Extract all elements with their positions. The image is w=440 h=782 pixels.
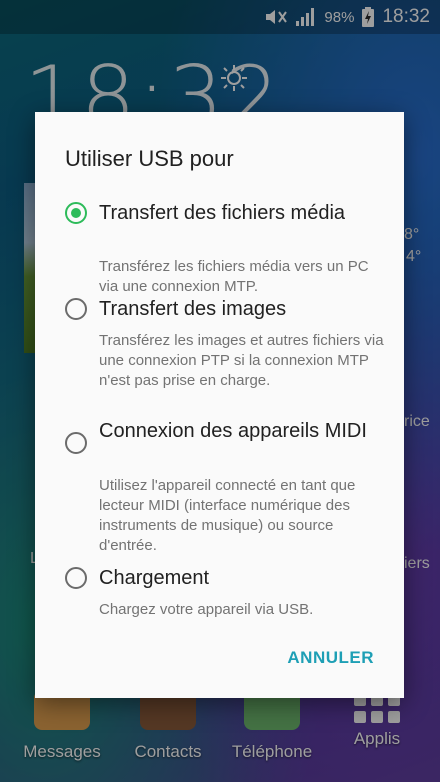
radio-media-transfer[interactable]	[65, 202, 87, 224]
option-charging[interactable]: Chargement Chargez votre appareil via US…	[35, 565, 404, 621]
option-desc-image-transfer: Transférez les images et autres fichiers…	[99, 332, 384, 389]
radio-midi[interactable]	[65, 432, 87, 454]
option-title-image-transfer: Transfert des images	[99, 298, 287, 320]
option-desc-charging: Chargez votre appareil via USB.	[99, 601, 314, 618]
option-image-transfer[interactable]: Transfert des images Transférez les imag…	[35, 296, 404, 406]
radio-image-transfer[interactable]	[65, 298, 87, 320]
option-desc-midi: Utilisez l'appareil connecté en tant que…	[99, 477, 356, 554]
option-title-media-transfer: Transfert des fichiers média	[99, 202, 346, 224]
usb-mode-dialog: Utiliser USB pour Transfert des fichiers…	[35, 112, 404, 698]
option-desc-media-transfer: Transférez les fichiers média vers un PC…	[99, 258, 369, 295]
radio-charging[interactable]	[65, 567, 87, 589]
option-title-charging: Chargement	[99, 567, 210, 589]
cancel-button[interactable]: ANNULER	[287, 648, 374, 668]
option-midi[interactable]: Connexion des appareils MIDI Utilisez l'…	[35, 418, 404, 554]
option-media-transfer[interactable]: Transfert des fichiers média Transférez …	[35, 200, 404, 295]
dialog-title: Utiliser USB pour	[65, 146, 234, 171]
option-title-midi: Connexion des appareils MIDI	[99, 420, 367, 442]
